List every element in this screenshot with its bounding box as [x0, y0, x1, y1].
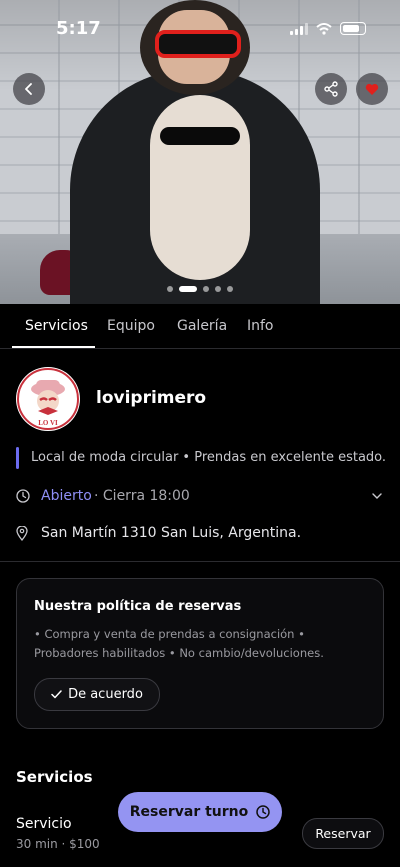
business-description: Local de moda circular • Prendas en exce…: [31, 450, 387, 465]
carousel-dot[interactable]: [167, 286, 173, 292]
reserve-button[interactable]: Reservar: [302, 818, 384, 849]
clock-icon: [16, 489, 30, 503]
tab-servicios[interactable]: Servicios: [25, 318, 88, 334]
carousel-dot-active[interactable]: [179, 286, 197, 292]
carousel-dot[interactable]: [227, 286, 233, 292]
carousel-dot[interactable]: [203, 286, 209, 292]
logo-illustration: LO VI: [17, 368, 79, 430]
status-icons: [290, 22, 366, 35]
battery-icon: [340, 22, 366, 35]
favorite-button[interactable]: [356, 73, 388, 105]
red-sunglasses: [155, 30, 241, 58]
share-button[interactable]: [315, 73, 347, 105]
wifi-icon: [316, 22, 332, 35]
tab-bar: Servicios Equipo Galería Info: [0, 304, 400, 349]
booking-policy-card: Nuestra política de reservas • Compra y …: [16, 578, 384, 729]
divider: [0, 561, 400, 562]
dog: [150, 95, 250, 280]
back-button[interactable]: [13, 73, 45, 105]
business-logo: LO VI: [16, 367, 80, 431]
hours-row[interactable]: Abierto · Cierra 18:00: [16, 486, 384, 508]
hero-image: [0, 0, 400, 304]
dog-sunglasses: [160, 127, 240, 145]
carousel-indicator[interactable]: [0, 286, 400, 292]
logo-text: LO VI: [38, 419, 58, 427]
chevron-left-icon: [25, 83, 32, 95]
location-pin-icon: [16, 526, 28, 541]
clock-icon: [256, 805, 270, 819]
services-section-title: Servicios: [16, 768, 93, 786]
closing-time: · Cierra 18:00: [94, 488, 190, 504]
book-appointment-button[interactable]: Reservar turno: [118, 792, 282, 832]
tab-galeria[interactable]: Galería: [177, 318, 227, 334]
status-time: 5:17: [56, 18, 101, 39]
check-icon: [51, 690, 62, 699]
active-tab-indicator: [12, 346, 95, 348]
agree-button[interactable]: De acuerdo: [34, 678, 160, 711]
chevron-down-icon[interactable]: [372, 492, 382, 500]
book-appointment-label: Reservar turno: [129, 804, 249, 820]
tab-info[interactable]: Info: [247, 318, 274, 334]
description-accent: [16, 447, 19, 469]
service-meta: 30 min · $100: [16, 837, 100, 851]
policy-title: Nuestra política de reservas: [34, 599, 242, 614]
business-name: loviprimero: [96, 388, 207, 408]
heart-icon: [365, 83, 379, 95]
open-status: Abierto: [41, 488, 92, 504]
policy-text: • Compra y venta de prendas a consignaci…: [34, 627, 324, 660]
carousel-dot[interactable]: [215, 286, 221, 292]
tab-equipo[interactable]: Equipo: [107, 318, 155, 334]
agree-label: De acuerdo: [68, 687, 143, 702]
signal-icon: [290, 22, 308, 35]
share-icon: [324, 81, 338, 97]
business-address: San Martín 1310 San Luis, Argentina.: [41, 525, 302, 541]
service-name: Servicio: [16, 816, 72, 832]
reserve-label: Reservar: [315, 826, 371, 841]
